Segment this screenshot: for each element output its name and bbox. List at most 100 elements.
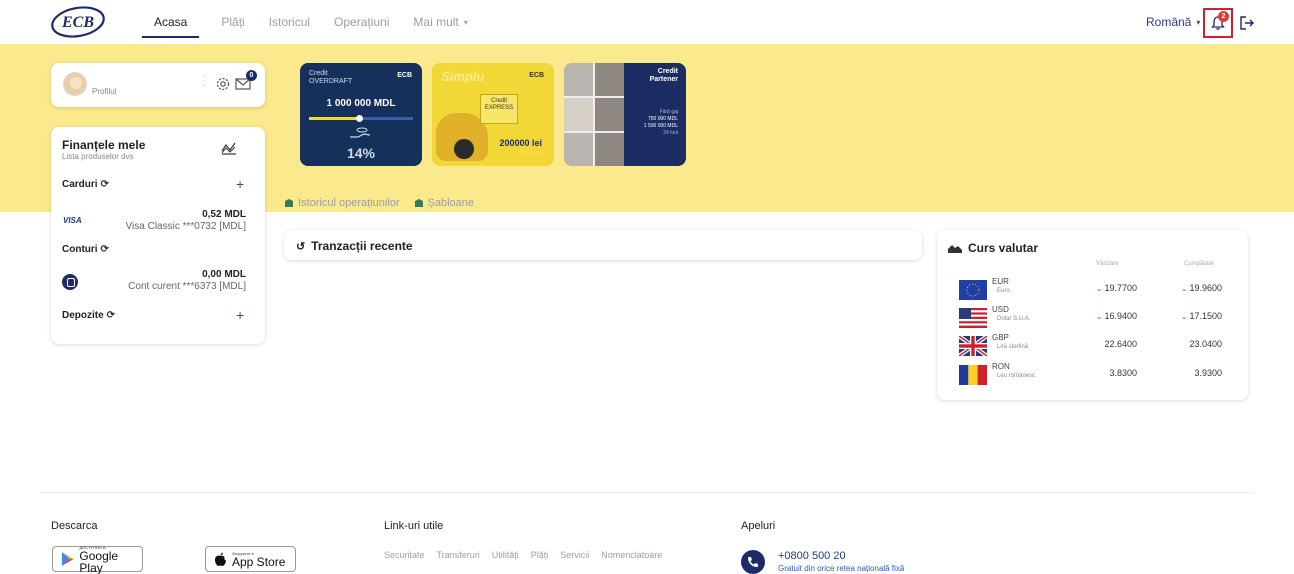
avatar[interactable] — [63, 72, 87, 96]
banner-title: Credit OVERDRAFT — [309, 70, 353, 85]
nav-acasa[interactable]: Acasa — [142, 0, 200, 44]
language-selector[interactable]: Română ▾ — [1146, 15, 1200, 29]
app-store-text: Загрузите в App Store — [232, 551, 285, 568]
notifications-badge: 2 — [1218, 11, 1229, 22]
footer-link-securitate[interactable]: Securitate — [384, 550, 425, 560]
main-nav: Acasa Plăți Istoricul Operațiuni Mai mul… — [142, 0, 492, 44]
profile-card: Profilul · · · — [51, 63, 265, 107]
recent-transactions-title: ↺ Tranzacții recente — [296, 239, 413, 253]
link-operations-history[interactable]: Istoricul operațiunilor — [298, 197, 400, 209]
arrow-down-icon: ⌄ — [1180, 284, 1188, 293]
people-photos — [564, 63, 624, 166]
nav-mai-mult[interactable]: Mai mult ▾ — [413, 0, 467, 44]
finances-subtitle: Lista produselor dvs — [62, 152, 134, 161]
refresh-icon[interactable]: ⟳ — [107, 310, 115, 321]
banner-slider-fill — [309, 117, 359, 120]
history-icon: ↺ — [296, 240, 306, 253]
cards-label: Carduri — [62, 179, 98, 190]
nav-istoricul[interactable]: Istoricul — [269, 0, 310, 44]
buy-rate: ⌄ 19.9600 — [1152, 283, 1222, 293]
banner-credit-partener[interactable]: Credit Partener Fără gaj 750 000 MDL 1 5… — [564, 63, 686, 166]
refresh-icon[interactable]: ⟳ — [101, 244, 109, 255]
recent-transactions-label: Tranzacții recente — [311, 239, 413, 253]
phone-glyph — [748, 557, 758, 567]
logout-icon[interactable] — [1240, 16, 1254, 30]
sell-rate-value: 16.9400 — [1104, 311, 1137, 321]
footer-link-nomenclatoare[interactable]: Nomenclatoare — [601, 550, 662, 560]
gear-icon[interactable] — [215, 76, 231, 92]
banner-slider-knob — [355, 115, 363, 122]
buy-rate-value: 23.0400 — [1189, 339, 1222, 349]
chevron-down-icon: ▾ — [463, 17, 468, 27]
phone-number[interactable]: +0800 500 20 — [778, 550, 846, 562]
arrow-down-icon: ⌄ — [1095, 312, 1103, 321]
photo — [564, 63, 593, 96]
phone-icon[interactable] — [741, 550, 765, 574]
visa-logo: VISA — [63, 216, 82, 225]
banner-title: Simplu — [441, 69, 485, 84]
language-label: Română — [1146, 15, 1192, 29]
banner-title: Credit Partener — [649, 68, 678, 83]
finances-card: Finanțele mele Lista produselor dvs Card… — [51, 127, 265, 344]
ecb-logo[interactable]: ECB — [50, 6, 106, 38]
banner-credit-express[interactable]: Simplu ECB Credit EXPRESS 200000 lei 60 … — [432, 63, 554, 166]
add-deposit-icon[interactable]: + — [236, 307, 244, 323]
card-amount: 0,52 MDL — [202, 209, 246, 220]
accounts-label: Conturi — [62, 244, 98, 255]
footer-link-plati[interactable]: Plăți — [531, 550, 549, 560]
more-dots-icon[interactable]: · · · — [203, 71, 206, 90]
ro-flag-icon — [959, 365, 987, 385]
sell-rate: ⌄ 19.7700 — [1067, 283, 1137, 293]
footer-links: Securitate Transferuri Utilități Plăți S… — [384, 550, 674, 560]
arrow-down-icon: ⌄ — [1180, 312, 1188, 321]
footer-link-transferuri[interactable]: Transferuri — [437, 550, 480, 560]
footer-link-utilitati[interactable]: Utilități — [492, 550, 519, 560]
currency-name: Euro — [997, 288, 1010, 294]
eu-flag-icon — [959, 280, 987, 300]
buy-rate: ⌄ 17.1500 — [1152, 311, 1222, 321]
currency-name: Liră sterlină — [997, 344, 1029, 350]
banner-slider — [309, 115, 413, 122]
account-amount: 0,00 MDL — [202, 269, 246, 280]
arrow-down-icon: ⌄ — [1095, 284, 1103, 293]
footer-link-servicii[interactable]: Servicii — [560, 550, 589, 560]
nav-operatiuni[interactable]: Operațiuni — [334, 0, 389, 44]
accounts-section[interactable]: Conturi ⟳ — [62, 244, 109, 255]
add-card-icon[interactable]: + — [236, 176, 244, 192]
area-chart-icon — [948, 245, 962, 253]
deposits-section[interactable]: Depozite ⟳ — [62, 310, 115, 321]
top-header: ECB Acasa Plăți Istoricul Operațiuni Mai… — [0, 0, 1294, 44]
buy-rate-value: 3.9300 — [1194, 368, 1222, 378]
deposits-label: Depozite — [62, 310, 104, 321]
exchange-rates-card: Curs valutar Vânzare Cumpărare EUR Euro … — [937, 230, 1248, 400]
exchange-rates-title: Curs valutar — [948, 241, 1038, 255]
notifications-button[interactable]: 2 — [1203, 8, 1233, 38]
chart-line-icon[interactable] — [221, 141, 237, 155]
exchange-rates-label: Curs valutar — [968, 241, 1039, 255]
card-description[interactable]: Visa Classic ***0732 [MDL] — [126, 221, 246, 232]
uk-flag-icon — [959, 336, 987, 356]
photo — [595, 63, 624, 96]
banner-info-line: Fără gaj — [659, 109, 678, 115]
refresh-icon[interactable]: ⟳ — [101, 179, 109, 190]
chevron-down-icon: ▾ — [1196, 17, 1201, 27]
photo — [595, 98, 624, 131]
nav-plati[interactable]: Plăți — [221, 0, 244, 44]
col-header-buy: Cumpărare — [1184, 261, 1215, 267]
messages-badge: 0 — [246, 70, 257, 81]
nav-mai-mult-label: Mai mult — [413, 15, 459, 29]
app-store-button[interactable]: Загрузите в App Store — [205, 546, 296, 572]
account-description[interactable]: Cont curent ***6373 [MDL] — [128, 281, 246, 292]
google-play-button[interactable]: ДОСТУПНО В Google Play — [52, 545, 143, 574]
scooter-wheel — [454, 139, 474, 159]
app-store-big: App Store — [232, 554, 286, 569]
banner-credit-overdraft[interactable]: Credit OVERDRAFT ECB 1 000 000 MDL 14% — [300, 63, 422, 166]
link-templates[interactable]: Șabloane — [428, 197, 475, 209]
fx-row-ron: RON Leu românesc 3.8300 3.9300 — [937, 362, 1248, 391]
cards-section[interactable]: Carduri ⟳ — [62, 179, 109, 190]
profile-label[interactable]: Profilul — [92, 87, 116, 96]
banner-info-line: 24 luni — [663, 130, 678, 136]
wallet-icon — [62, 274, 78, 290]
currency-code: USD — [992, 305, 1009, 314]
page: ECB Acasa Plăți Istoricul Operațiuni Mai… — [0, 0, 1294, 574]
